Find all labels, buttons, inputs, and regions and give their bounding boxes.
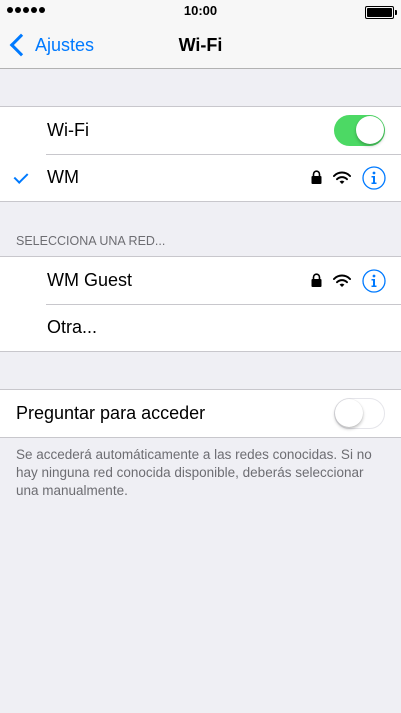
wifi-toggle-row: Wi-Fi (0, 107, 401, 154)
network-name: WM Guest (47, 270, 133, 290)
connected-network-name: WM (47, 167, 79, 187)
navigation-bar: Ajustes Wi-Fi (0, 22, 401, 69)
checkmark-icon (13, 169, 29, 184)
status-bar: 10:00 (0, 0, 401, 22)
ask-to-join-row: Preguntar para acceder (0, 390, 401, 437)
wifi-group: Wi-Fi WM (0, 106, 401, 202)
network-status-icons (310, 154, 386, 201)
toggle-knob (356, 116, 384, 144)
ask-to-join-group: Preguntar para acceder (0, 389, 401, 438)
lock-icon (311, 170, 322, 184)
battery-fill (367, 8, 392, 17)
info-icon[interactable] (362, 268, 386, 293)
ask-to-join-toggle[interactable] (334, 398, 385, 429)
other-network-label: Otra... (47, 317, 98, 337)
wifi-signal-icon (333, 274, 351, 287)
network-row[interactable]: WM Guest (0, 257, 401, 304)
toggle-knob (335, 399, 363, 427)
networks-group: WM Guest Otra... (0, 256, 401, 352)
network-status-icons (310, 257, 386, 304)
connected-network-row[interactable]: WM (0, 154, 401, 201)
page-title: Wi-Fi (178, 35, 223, 55)
lock-icon (311, 273, 322, 287)
status-time: 10:00 (183, 3, 218, 18)
choose-network-header: SELECCIONA UNA RED... (16, 234, 166, 248)
info-icon[interactable] (362, 165, 386, 190)
ask-to-join-label: Preguntar para acceder (16, 403, 206, 423)
other-network-row[interactable]: Otra... (0, 304, 401, 351)
ask-to-join-footer: Se accederá automáticamente a las redes … (16, 447, 372, 498)
wifi-signal-icon (333, 171, 351, 184)
wifi-label: Wi-Fi (47, 120, 89, 140)
wifi-toggle[interactable] (334, 115, 385, 146)
battery-icon (365, 6, 397, 19)
